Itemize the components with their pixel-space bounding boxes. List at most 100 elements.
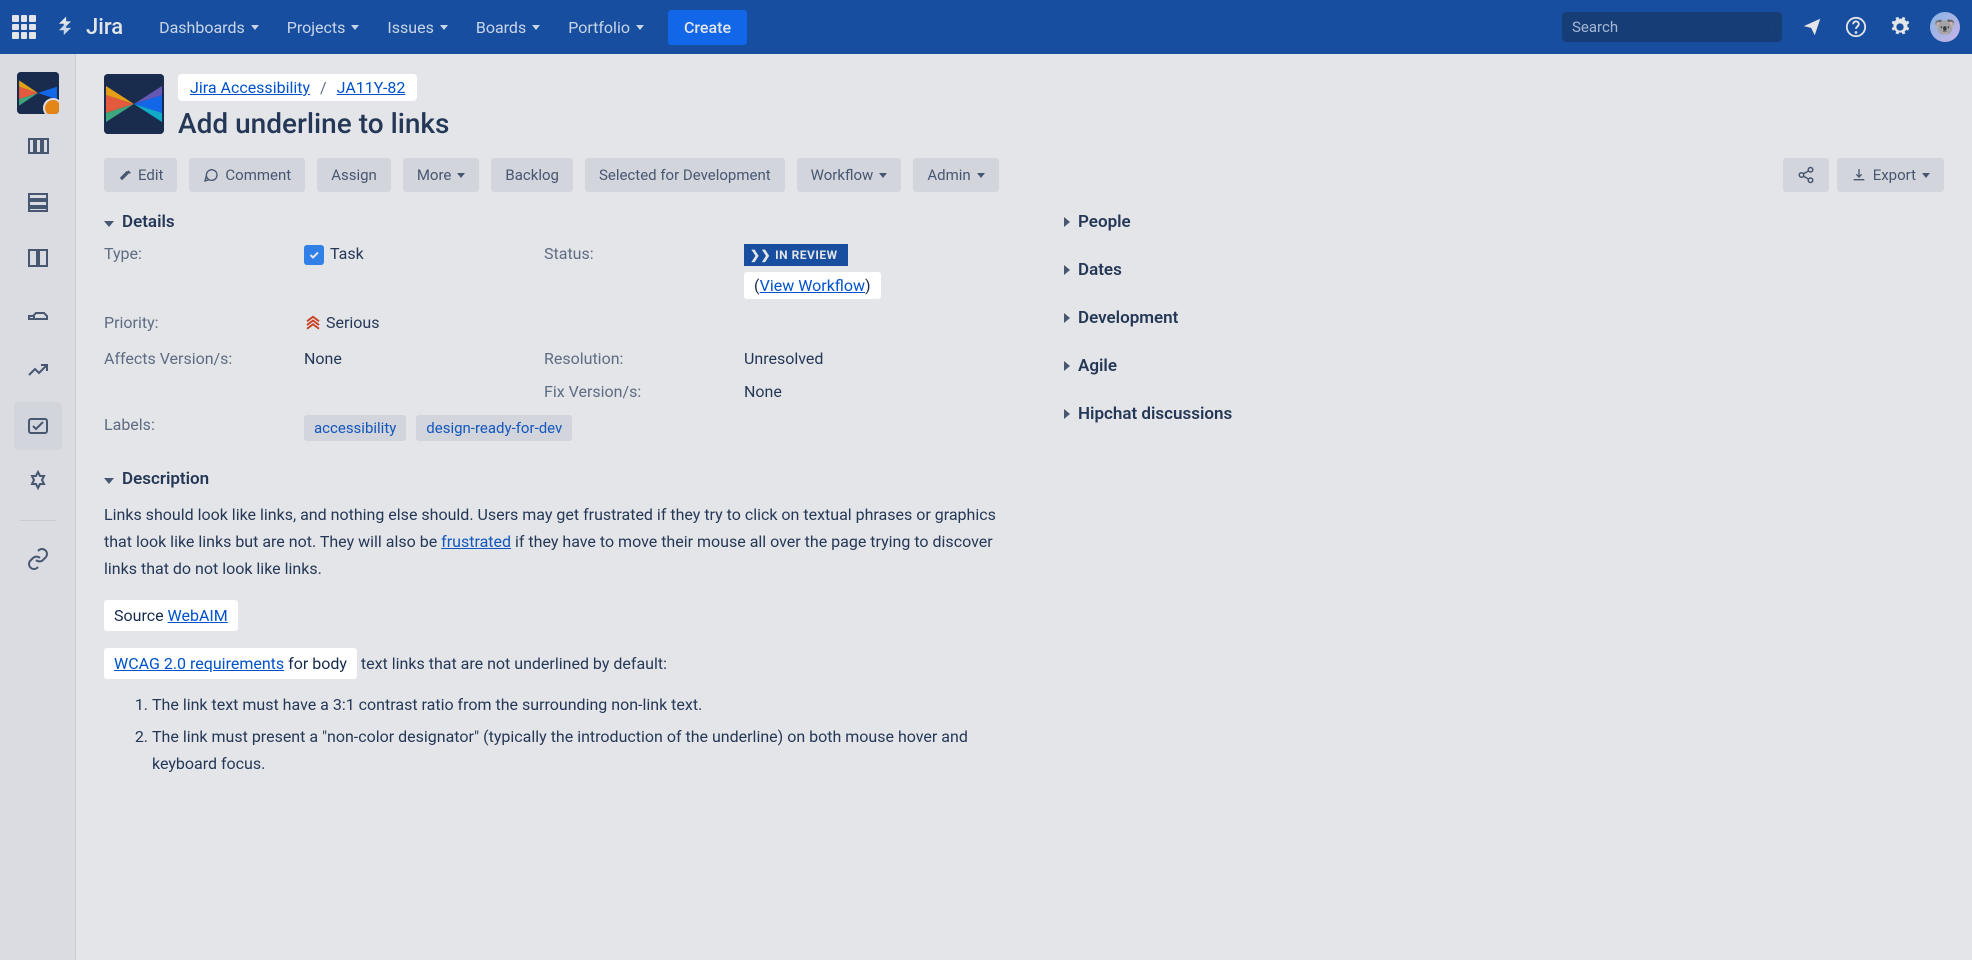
resolution-label: Resolution: [544, 349, 744, 368]
more-button[interactable]: More [403, 158, 480, 192]
assign-button[interactable]: Assign [317, 158, 391, 192]
share-button[interactable] [1783, 158, 1829, 192]
breadcrumb-issue-link[interactable]: JA11Y-82 [337, 78, 406, 97]
wcag-link[interactable]: WCAG 2.0 requirements [114, 654, 284, 673]
chevron-right-icon [1064, 404, 1070, 424]
side-people[interactable]: People [1064, 212, 1424, 232]
nav-boards[interactable]: Boards [464, 10, 552, 45]
labels-label: Labels: [104, 415, 304, 434]
resolution-value: Unresolved [744, 349, 1024, 368]
sidebar-divider [20, 520, 56, 521]
frustrated-link[interactable]: frustrated [441, 532, 511, 551]
admin-button[interactable]: Admin [913, 158, 998, 192]
sidebar-sprints[interactable] [14, 178, 62, 226]
sidebar-link[interactable] [14, 535, 62, 583]
view-workflow-wrap: (View Workflow) [744, 272, 881, 299]
user-avatar[interactable]: 🐨 [1930, 12, 1960, 42]
sidebar-board[interactable] [14, 234, 62, 282]
priority-label: Priority: [104, 313, 304, 332]
export-icon [1851, 167, 1867, 183]
pencil-icon [118, 168, 132, 182]
status-badge: ❯❯IN REVIEW [744, 244, 848, 266]
webaim-link[interactable]: WebAIM [168, 606, 228, 625]
affects-label: Affects Version/s: [104, 349, 304, 368]
search-box[interactable] [1562, 12, 1782, 42]
main-content: Jira Accessibility / JA11Y-82 Add underl… [76, 54, 1972, 960]
side-hipchat[interactable]: Hipchat discussions [1064, 404, 1424, 424]
wcag-rest: text links that are not underlined by de… [357, 654, 667, 673]
breadcrumb: Jira Accessibility / JA11Y-82 [178, 74, 417, 101]
comment-icon [203, 167, 219, 183]
backlog-button[interactable]: Backlog [491, 158, 573, 192]
selected-button[interactable]: Selected for Development [585, 158, 785, 192]
sidebar-issues[interactable] [14, 402, 62, 450]
affects-value: None [304, 349, 544, 368]
comment-button[interactable]: Comment [189, 158, 305, 192]
sidebar [0, 54, 76, 960]
side-panel: People Dates Development Agile Hipchat d… [1064, 212, 1424, 781]
requirements-list: The link text must have a 3:1 contrast r… [152, 691, 1024, 777]
chevron-right-icon [1064, 212, 1070, 232]
list-item: The link text must have a 3:1 contrast r… [152, 691, 1024, 718]
label-chip[interactable]: design-ready-for-dev [416, 415, 572, 441]
help-icon[interactable] [1842, 13, 1870, 41]
side-agile[interactable]: Agile [1064, 356, 1424, 376]
status-label: Status: [544, 244, 744, 263]
description-body: Links should look like links, and nothin… [104, 501, 1024, 777]
apps-switcher-icon[interactable] [12, 15, 36, 39]
breadcrumb-project-link[interactable]: Jira Accessibility [190, 78, 310, 97]
priority-value: Serious [304, 313, 544, 335]
jira-icon [54, 14, 80, 40]
description-header[interactable]: Description [104, 469, 1024, 489]
wcag-text: for body [284, 654, 347, 673]
issue-header: Jira Accessibility / JA11Y-82 Add underl… [104, 74, 1944, 140]
issue-title: Add underline to links [178, 107, 449, 140]
feedback-icon[interactable] [1798, 13, 1826, 41]
details-grid: Type: Task Status: ❯❯IN REVIEW (View Wor… [104, 244, 1024, 441]
create-button[interactable]: Create [668, 10, 747, 45]
nav-items: Dashboards Projects Issues Boards Portfo… [147, 10, 747, 45]
export-button[interactable]: Export [1837, 158, 1944, 192]
nav-portfolio[interactable]: Portfolio [556, 10, 656, 45]
side-development[interactable]: Development [1064, 308, 1424, 328]
search-icon [1771, 18, 1772, 36]
source-label: Source [114, 606, 168, 625]
type-label: Type: [104, 244, 304, 263]
nav-dashboards[interactable]: Dashboards [147, 10, 271, 45]
nav-right: 🐨 [1562, 12, 1960, 42]
breadcrumb-separator: / [320, 78, 327, 97]
chevron-down-icon [104, 469, 114, 489]
sidebar-backlog[interactable] [14, 122, 62, 170]
jira-logo[interactable]: Jira [54, 14, 123, 40]
sidebar-releases[interactable] [14, 290, 62, 338]
project-avatar [104, 74, 164, 134]
chevron-down-icon [104, 212, 114, 232]
view-workflow-link[interactable]: View Workflow [760, 276, 865, 295]
chevron-right-icon [1064, 356, 1070, 376]
settings-icon[interactable] [1886, 13, 1914, 41]
type-value: Task [304, 244, 544, 265]
jira-logo-text: Jira [86, 15, 123, 40]
sidebar-addons[interactable] [14, 458, 62, 506]
fix-value: None [744, 382, 1024, 401]
sidebar-project[interactable] [17, 72, 59, 114]
fix-label: Fix Version/s: [544, 382, 744, 401]
details-header[interactable]: Details [104, 212, 1024, 232]
edit-button[interactable]: Edit [104, 158, 177, 192]
chevron-right-icon [1064, 260, 1070, 280]
nav-projects[interactable]: Projects [275, 10, 372, 45]
sidebar-reports[interactable] [14, 346, 62, 394]
share-icon [1797, 166, 1815, 184]
workflow-button[interactable]: Workflow [797, 158, 902, 192]
side-dates[interactable]: Dates [1064, 260, 1424, 280]
search-input[interactable] [1572, 18, 1771, 36]
nav-issues[interactable]: Issues [375, 10, 459, 45]
list-item: The link must present a "non-color desig… [152, 723, 1024, 777]
actions-row: Edit Comment Assign More Backlog Selecte… [104, 158, 1944, 192]
workflow-arrows-icon: ❯❯ [744, 244, 771, 266]
chevron-right-icon [1064, 308, 1070, 328]
labels-value: accessibility design-ready-for-dev [304, 415, 1024, 441]
label-chip[interactable]: accessibility [304, 415, 406, 441]
top-nav: Jira Dashboards Projects Issues Boards P… [0, 0, 1972, 54]
task-icon [304, 245, 324, 265]
